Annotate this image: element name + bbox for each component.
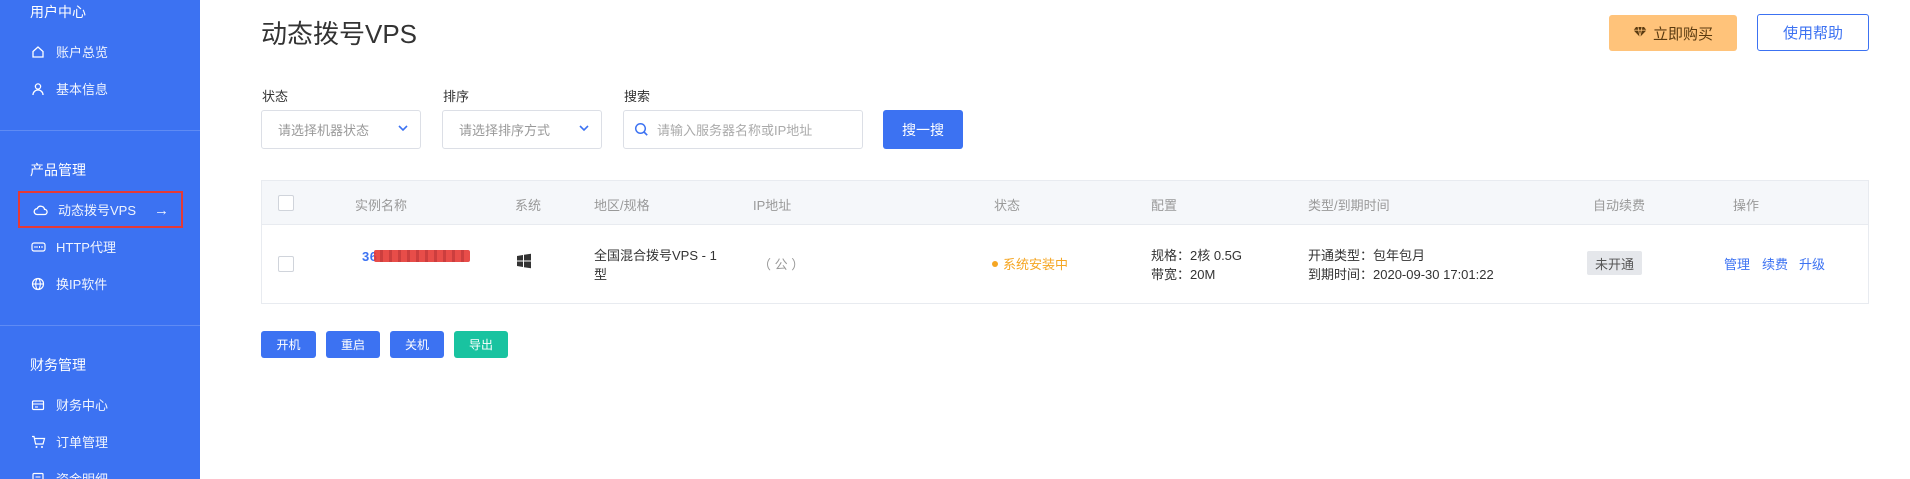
search-input[interactable]: 请输入服务器名称或IP地址 [623,110,863,149]
redaction-mark [374,250,470,262]
power-on-button[interactable]: 开机 [261,331,316,358]
cloud-icon [32,202,48,218]
sidebar: 用户中心 账户总览 基本信息 产品管理 动态拨号VPS → HTTP代理 换IP… [0,0,200,479]
globe-icon [30,276,46,292]
table-header: 实例名称 系统 地区/规格 IP地址 状态 配置 类型/到期时间 自动续费 操作 [262,181,1868,225]
search-filter-label: 搜索 [624,89,651,104]
status-filter-label: 状态 [262,89,289,104]
sidebar-item-account-overview[interactable]: 账户总览 [18,33,183,70]
arrow-right-icon: → [154,202,169,219]
search-button[interactable]: 搜一搜 [883,110,963,149]
buy-now-label: 立即购买 [1652,25,1713,43]
region-line: 全国混合拨号VPS - 1 [594,248,717,263]
expiry-line: 到期时间：2020-09-30 17:01:22 [1308,267,1494,282]
column-header: IP地址 [753,198,792,213]
renew-link[interactable]: 续费 [1762,254,1788,273]
chevron-down-icon [577,121,591,138]
sort-select-placeholder: 请选择排序方式 [459,123,551,138]
buy-now-button[interactable]: 立即购买 [1609,15,1737,51]
status-select-placeholder: 请选择机器状态 [278,123,370,138]
restart-button[interactable]: 重启 [326,331,380,358]
shutdown-button[interactable]: 关机 [390,331,444,358]
column-header: 状态 [994,198,1021,213]
sidebar-item-basic-info[interactable]: 基本信息 [18,70,183,107]
chevron-down-icon [396,121,410,138]
upgrade-link[interactable]: 升级 [1799,254,1825,273]
type-expiry-cell: 开通类型：包年包月 到期时间：2020-09-30 17:01:22 [1308,246,1494,284]
list-icon [30,471,46,479]
sidebar-item-label: 财务中心 [56,398,109,413]
column-header: 操作 [1733,198,1760,213]
select-all-checkbox[interactable] [278,195,294,211]
sidebar-group-finance-management: 财务管理 [30,357,86,373]
sidebar-item-label: 换IP软件 [56,277,108,292]
column-header: 类型/到期时间 [1308,198,1390,213]
home-icon [30,44,46,60]
user-icon [30,81,46,97]
diamond-icon [1633,25,1647,42]
auto-renew-badge: 未开通 [1587,251,1643,275]
sidebar-item-label: 资金明细 [56,469,108,479]
wallet-icon [30,397,46,413]
manage-link[interactable]: 管理 [1724,254,1750,273]
sidebar-item-order-management[interactable]: 订单管理 [18,423,183,460]
status-badge: 系统安装中 [992,254,1068,273]
config-line: 规格：2核 0.5G [1151,248,1243,263]
ip-address-cell: （ 公 ） [758,257,805,272]
cart-icon [30,434,46,450]
sidebar-item-change-ip-software[interactable]: 换IP软件 [18,265,183,302]
sidebar-item-dynamic-vps[interactable]: 动态拨号VPS → [18,191,183,228]
search-icon [634,122,649,137]
sort-filter-label: 排序 [443,89,470,104]
status-dot [992,260,998,267]
sidebar-item-label: 订单管理 [56,435,109,450]
http-icon [30,239,46,255]
export-button[interactable]: 导出 [454,331,508,358]
search-input-placeholder: 请输入服务器名称或IP地址 [657,123,813,138]
sidebar-item-label: 基本信息 [56,82,109,97]
sidebar-item-label: HTTP代理 [56,240,116,255]
status-select[interactable]: 请选择机器状态 [261,110,421,149]
status-text: 系统安装中 [1003,257,1069,272]
sidebar-item-fund-details[interactable]: 资金明细 [18,460,183,479]
sidebar-item-http-proxy[interactable]: HTTP代理 [18,228,183,265]
sidebar-group-product-management: 产品管理 [30,162,86,178]
instance-table: 实例名称 系统 地区/规格 IP地址 状态 配置 类型/到期时间 自动续费 操作… [261,180,1869,304]
windows-icon [516,253,532,274]
help-button[interactable]: 使用帮助 [1757,14,1869,51]
row-checkbox[interactable] [278,256,294,272]
sidebar-group-user-center: 用户中心 [30,4,86,20]
column-header: 实例名称 [355,198,408,213]
region-spec-cell: 全国混合拨号VPS - 1 型 [594,246,717,284]
sidebar-item-label: 账户总览 [56,45,109,60]
column-header: 自动续费 [1593,198,1646,213]
sidebar-divider [0,325,200,326]
sidebar-divider [0,130,200,131]
sidebar-item-finance-center[interactable]: 财务中心 [18,386,183,423]
sort-select[interactable]: 请选择排序方式 [442,110,602,149]
config-cell: 规格：2核 0.5G 带宽：20M [1151,246,1242,284]
config-line: 带宽：20M [1151,267,1216,282]
page-title: 动态拨号VPS [261,19,418,49]
column-header: 配置 [1151,198,1178,213]
region-line: 型 [594,267,608,282]
column-header: 系统 [515,198,542,213]
column-header: 地区/规格 [594,198,650,213]
type-line: 开通类型：包年包月 [1308,248,1426,263]
sidebar-item-label: 动态拨号VPS [58,203,137,218]
